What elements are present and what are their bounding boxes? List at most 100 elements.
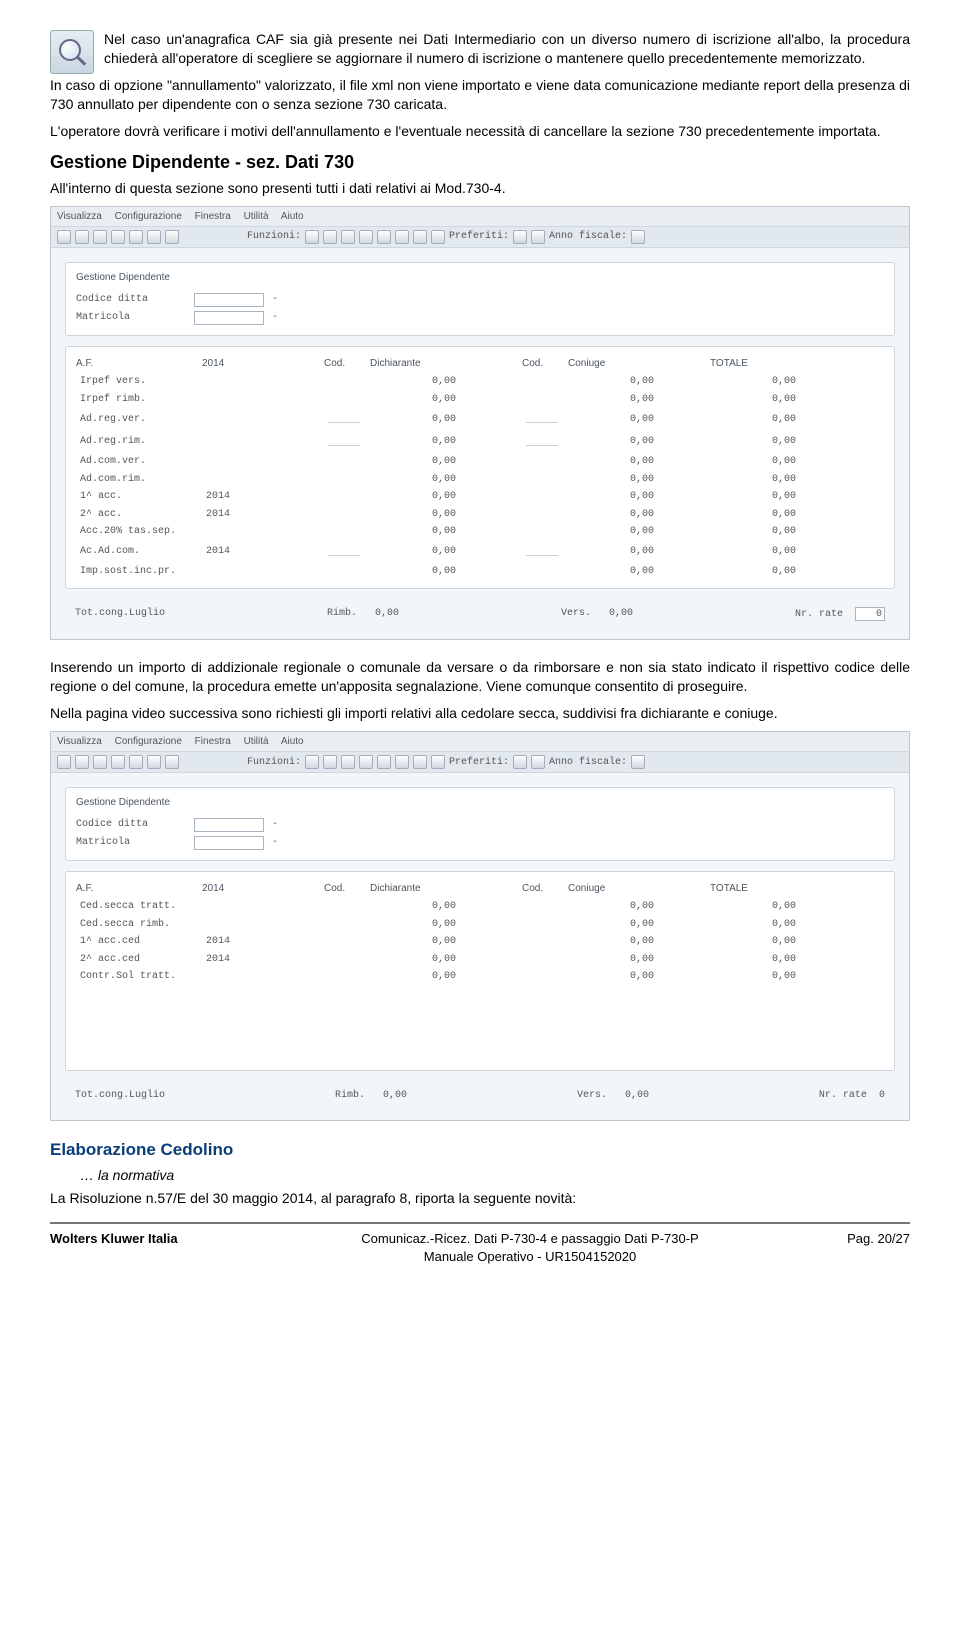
row-tot: 0,00	[710, 412, 800, 428]
toolbar-btn[interactable]	[513, 755, 527, 769]
toolbar-btn[interactable]	[323, 230, 337, 244]
cell	[268, 441, 318, 443]
cod-input[interactable]	[526, 410, 558, 423]
toolbar-btn[interactable]	[129, 755, 143, 769]
cell	[466, 976, 516, 978]
menu-aiuto[interactable]: Aiuto	[281, 736, 304, 747]
toolbar-btn[interactable]	[341, 230, 355, 244]
toolbar-btn[interactable]	[93, 755, 107, 769]
magnifier-icon	[50, 30, 94, 74]
toolbar-btn[interactable]	[165, 755, 179, 769]
toolbar-btn[interactable]	[323, 755, 337, 769]
toolbar-btn[interactable]	[413, 755, 427, 769]
toolbar-btn[interactable]	[395, 755, 409, 769]
cell	[268, 398, 318, 400]
page-footer: Wolters Kluwer Italia Comunicaz.-Ricez. …	[50, 1222, 910, 1265]
row-tot: 0,00	[710, 934, 800, 950]
menu-configurazione[interactable]: Configurazione	[115, 736, 182, 747]
input-matricola[interactable]	[194, 311, 264, 325]
menu-configurazione[interactable]: Configurazione	[115, 211, 182, 222]
row-dich: 0,00	[370, 544, 460, 560]
row-cod2	[522, 478, 562, 480]
cell	[466, 959, 516, 961]
toolbar-btn[interactable]	[147, 230, 161, 244]
toolbar-btn[interactable]	[129, 230, 143, 244]
toolbar-btn[interactable]	[75, 755, 89, 769]
menu-utilita[interactable]: Utilità	[244, 736, 269, 747]
section-heading-gestione: Gestione Dipendente - sez. Dati 730	[50, 150, 910, 174]
menu-visualizza[interactable]: Visualizza	[57, 736, 102, 747]
cell	[664, 941, 704, 943]
toolbar-btn[interactable]	[93, 230, 107, 244]
row-year	[202, 418, 262, 420]
row-dich: 0,00	[370, 392, 460, 408]
toolbar-btn[interactable]	[531, 230, 545, 244]
toolbar: Funzioni: Preferiti: Anno fiscale:	[51, 752, 909, 773]
row-year: 2014	[202, 544, 262, 560]
toolbar-btn[interactable]	[431, 755, 445, 769]
menu-finestra[interactable]: Finestra	[195, 211, 231, 222]
toolbar-btn[interactable]	[431, 230, 445, 244]
toolbar-btn[interactable]	[359, 755, 373, 769]
toolbar-btn[interactable]	[377, 230, 391, 244]
row-year: 2014	[202, 507, 262, 523]
foot-nr: Nr. rate	[795, 609, 843, 620]
foot-nr-val[interactable]: 0	[855, 607, 885, 621]
row-tot: 0,00	[710, 564, 800, 580]
menu-finestra[interactable]: Finestra	[195, 736, 231, 747]
cod-input[interactable]	[526, 433, 558, 446]
toolbar-btn[interactable]	[413, 230, 427, 244]
toolbar-btn[interactable]	[147, 755, 161, 769]
cell	[664, 924, 704, 926]
dash: -	[272, 836, 278, 850]
row-label: Irpef rimb.	[76, 392, 196, 408]
cod-input[interactable]	[328, 543, 360, 556]
input-codice-ditta[interactable]	[194, 293, 264, 307]
paragraph-6: Nella pagina video successiva sono richi…	[50, 704, 910, 723]
cell	[466, 906, 516, 908]
foot-rimb: Rimb.	[327, 608, 357, 619]
row-dich: 0,00	[370, 899, 460, 915]
menu-aiuto[interactable]: Aiuto	[281, 211, 304, 222]
row-cod2	[522, 496, 562, 498]
toolbar-label-preferiti: Preferiti:	[449, 230, 509, 244]
toolbar-btn[interactable]	[57, 230, 71, 244]
input-matricola[interactable]	[194, 836, 264, 850]
toolbar-btn[interactable]	[377, 755, 391, 769]
col-year: 2014	[202, 880, 262, 898]
toolbar-btn[interactable]	[359, 230, 373, 244]
row-dich: 0,00	[370, 524, 460, 540]
row-label: Ad.reg.ver.	[76, 412, 196, 428]
toolbar-btn[interactable]	[305, 755, 319, 769]
toolbar-btn[interactable]	[513, 230, 527, 244]
toolbar-btn[interactable]	[75, 230, 89, 244]
row-con: 0,00	[568, 969, 658, 985]
toolbar-btn[interactable]	[341, 755, 355, 769]
row-cod1	[324, 906, 364, 908]
cod-input[interactable]	[328, 410, 360, 423]
cell	[664, 531, 704, 533]
menubar: Visualizza Configurazione Finestra Utili…	[51, 732, 909, 753]
cell	[466, 531, 516, 533]
input-codice-ditta[interactable]	[194, 818, 264, 832]
toolbar-btn[interactable]	[395, 230, 409, 244]
toolbar-label-funzioni: Funzioni:	[247, 230, 301, 244]
toolbar-btn[interactable]	[111, 230, 125, 244]
toolbar-btn[interactable]	[305, 230, 319, 244]
row-year	[202, 976, 262, 978]
cell	[466, 398, 516, 400]
toolbar-btn[interactable]	[531, 755, 545, 769]
menu-utilita[interactable]: Utilità	[244, 211, 269, 222]
toolbar-btn[interactable]	[57, 755, 71, 769]
cod-input[interactable]	[526, 543, 558, 556]
menu-visualizza[interactable]: Visualizza	[57, 211, 102, 222]
toolbar-btn[interactable]	[165, 230, 179, 244]
foot-nr-val: 0	[879, 1090, 885, 1101]
row-label: Ad.com.ver.	[76, 454, 196, 470]
toolbar-btn[interactable]	[631, 755, 645, 769]
footer-center-1: Comunicaz.-Ricez. Dati P-730-4 e passagg…	[270, 1230, 790, 1248]
toolbar-btn[interactable]	[111, 755, 125, 769]
toolbar-btn[interactable]	[631, 230, 645, 244]
cod-input[interactable]	[328, 433, 360, 446]
row-cod2	[522, 976, 562, 978]
